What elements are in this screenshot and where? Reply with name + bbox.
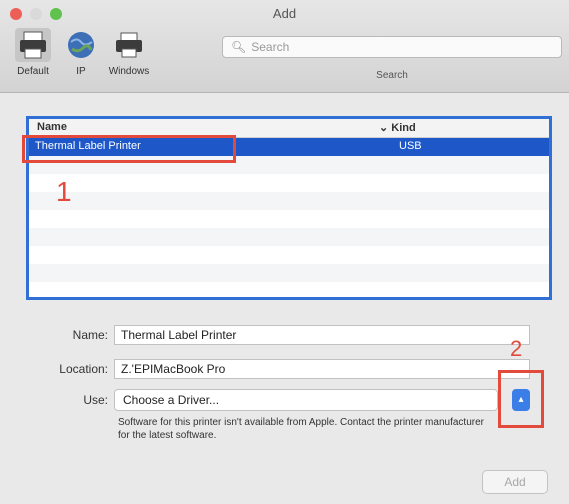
column-header-kind[interactable]: ⌄ Kind xyxy=(379,121,416,134)
windows-printer-icon xyxy=(111,28,147,62)
search-icon: 🔍︎ xyxy=(231,40,247,54)
empty-row xyxy=(29,192,549,210)
printer-icon xyxy=(15,28,51,62)
globe-icon xyxy=(63,28,99,62)
search-area: 🔍︎ Search Search xyxy=(222,36,562,81)
location-field[interactable] xyxy=(114,359,530,379)
driver-popup-value: Choose a Driver... xyxy=(123,393,220,407)
search-placeholder: Search xyxy=(251,40,290,54)
add-button[interactable]: Add xyxy=(482,470,548,494)
column-header-name[interactable]: Name xyxy=(37,121,67,133)
name-field[interactable] xyxy=(114,325,530,345)
empty-row xyxy=(29,264,549,282)
use-label: Use: xyxy=(83,393,108,407)
callout-number-2: 2 xyxy=(510,336,523,361)
name-label: Name: xyxy=(72,328,108,342)
location-label: Location: xyxy=(59,362,108,376)
search-caption: Search xyxy=(376,70,408,81)
callout-box-2 xyxy=(498,370,544,428)
empty-row xyxy=(29,228,549,246)
callout-box-1 xyxy=(22,135,236,163)
toolbar-windows-label: Windows xyxy=(108,66,150,77)
empty-row xyxy=(29,174,549,192)
window-title: Add xyxy=(272,6,297,21)
empty-row xyxy=(29,282,549,297)
printer-kind-cell: USB xyxy=(399,140,422,152)
title-bar: Add Default IP Windows 🔍︎ Search Search xyxy=(0,0,569,93)
driver-notice: Software for this printer isn't availabl… xyxy=(118,417,484,441)
callout-number-1: 1 xyxy=(56,176,72,207)
empty-row xyxy=(29,246,549,264)
empty-row xyxy=(29,210,549,228)
search-input[interactable]: 🔍︎ Search xyxy=(222,36,562,58)
driver-popup[interactable]: Choose a Driver... xyxy=(114,389,498,411)
toolbar-windows-button[interactable]: Windows xyxy=(100,28,158,84)
